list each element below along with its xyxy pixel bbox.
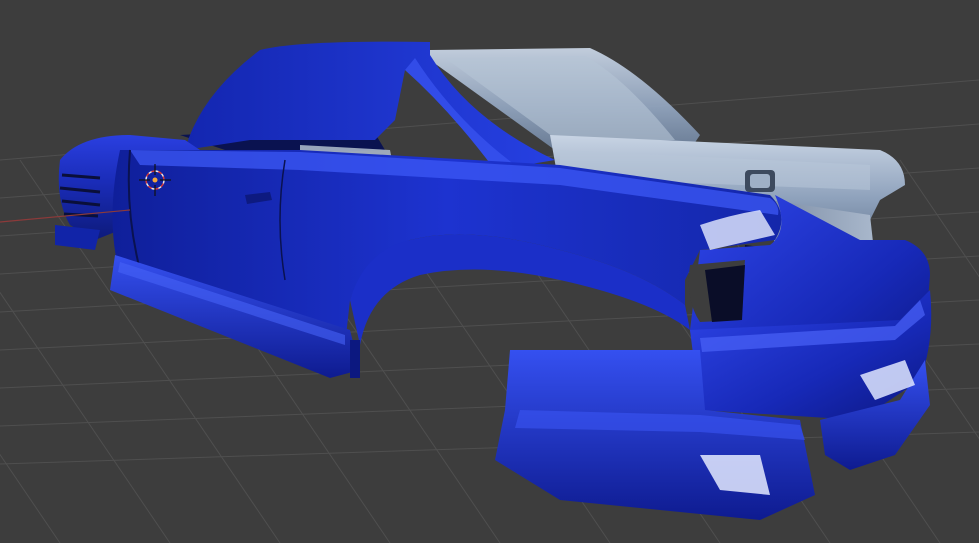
object-origin-dot <box>152 177 158 183</box>
3d-viewport[interactable] <box>0 0 979 543</box>
viewport-canvas[interactable] <box>0 0 979 543</box>
